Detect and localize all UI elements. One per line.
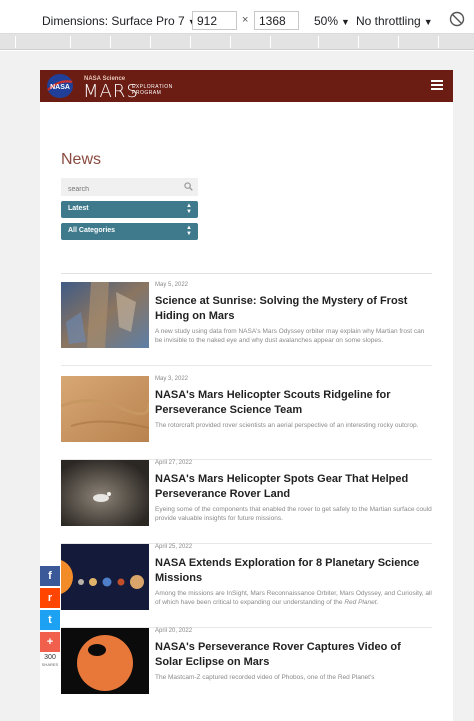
news-date: May 5, 2022: [155, 282, 189, 288]
news-thumbnail[interactable]: [61, 628, 149, 694]
news-date: May 3, 2022: [155, 376, 189, 382]
more-share-button[interactable]: +: [40, 632, 60, 652]
news-teaser-emphasis: Red Planet.: [344, 599, 379, 606]
times-sign: ×: [242, 14, 249, 26]
reddit-icon: r: [47, 592, 53, 604]
news-headline[interactable]: Science at Sunrise: Solving the Mystery …: [155, 294, 430, 324]
site-title[interactable]: MARS: [83, 81, 139, 102]
news-date: April 20, 2022: [155, 628, 193, 634]
divider: [61, 273, 432, 274]
site-subtitle-line2: PROGRAM: [132, 90, 162, 96]
news-headline[interactable]: NASA's Perseverance Rover Captures Video…: [155, 640, 430, 670]
search-box: [61, 178, 198, 199]
throttle-label: No throttling: [356, 14, 421, 28]
news-item[interactable]: April 25, 2022 NASA Extends Exploration …: [61, 544, 432, 628]
chevron-down-icon: ▼: [341, 17, 350, 27]
news-teaser: Eyeing some of the components that enabl…: [155, 506, 432, 522]
share-count-value: 300: [44, 654, 56, 661]
news-item[interactable]: May 5, 2022 Science at Sunrise: Solving …: [61, 282, 432, 366]
height-input[interactable]: 1368: [254, 11, 299, 30]
news-thumbnail[interactable]: [61, 282, 149, 348]
zoom-label: 50%: [314, 14, 339, 28]
select-arrows-icon: ▲ ▼: [186, 225, 192, 237]
category-select-value: All Categories: [68, 227, 116, 234]
category-select[interactable]: All Categories ▲ ▼: [61, 223, 198, 240]
page-title: News: [61, 151, 102, 168]
select-arrows-icon: ▲ ▼: [186, 203, 192, 215]
throttling-dropdown[interactable]: No throttling ▼: [356, 14, 433, 28]
facebook-share-button[interactable]: f: [40, 566, 60, 586]
chevron-down-icon: ▼: [423, 17, 433, 27]
emulated-page: NASA NASA Science MARS EXPLORATION PROGR…: [40, 70, 453, 721]
news-teaser-text: Among the missions are InSight, Mars Rec…: [155, 590, 432, 606]
rotate-icon[interactable]: [448, 10, 466, 28]
share-count: 300 SHARES: [40, 654, 60, 668]
device-label: Dimensions: Surface Pro 7: [42, 14, 185, 28]
search-input[interactable]: [61, 180, 176, 199]
facebook-icon: f: [48, 570, 52, 582]
device-viewport: NASA NASA Science MARS EXPLORATION PROGR…: [0, 51, 474, 721]
news-teaser: The Mastcam-Z captured recorded video of…: [155, 674, 375, 681]
news-teaser: The rotorcraft provided rover scientists…: [155, 422, 419, 429]
news-item[interactable]: May 3, 2022 NASA's Mars Helicopter Scout…: [61, 376, 432, 460]
device-dropdown[interactable]: Dimensions: Surface Pro 7▼: [42, 14, 197, 28]
news-item[interactable]: April 27, 2022 NASA's Mars Helicopter Sp…: [61, 460, 432, 544]
sort-select[interactable]: Latest ▲ ▼: [61, 201, 198, 218]
news-date: April 25, 2022: [155, 544, 193, 550]
svg-text:NASA: NASA: [50, 84, 70, 91]
share-count-label: SHARES: [41, 662, 59, 667]
news-item[interactable]: April 20, 2022 NASA's Perseverance Rover…: [61, 628, 432, 712]
site-header: NASA NASA Science MARS EXPLORATION PROGR…: [40, 70, 453, 102]
width-input[interactable]: 912: [192, 11, 237, 30]
news-thumbnail[interactable]: [61, 376, 149, 442]
twitter-icon: t: [48, 614, 52, 626]
plus-icon: +: [46, 636, 54, 648]
twitter-share-button[interactable]: t: [40, 610, 60, 630]
news-thumbnail[interactable]: [61, 544, 149, 610]
nasa-logo-icon[interactable]: NASA: [46, 73, 74, 99]
news-teaser: Among the missions are InSight, Mars Rec…: [155, 589, 432, 607]
devtools-device-toolbar: Dimensions: Surface Pro 7▼ 912 × 1368 50…: [0, 0, 474, 34]
reddit-share-button[interactable]: r: [40, 588, 60, 608]
search-icon[interactable]: [184, 182, 193, 191]
news-headline[interactable]: NASA Extends Exploration for 8 Planetary…: [155, 556, 430, 586]
sort-select-value: Latest: [68, 205, 89, 212]
news-teaser: A new study using data from NASA's Mars …: [155, 328, 425, 344]
news-thumbnail[interactable]: [61, 460, 149, 526]
news-date: April 27, 2022: [155, 460, 193, 466]
news-headline[interactable]: NASA's Mars Helicopter Spots Gear That H…: [155, 472, 430, 502]
media-query-ruler[interactable]: [0, 34, 474, 50]
hamburger-menu-icon[interactable]: [431, 80, 443, 91]
news-headline[interactable]: NASA's Mars Helicopter Scouts Ridgeline …: [155, 388, 430, 418]
zoom-dropdown[interactable]: 50% ▼: [314, 14, 350, 28]
site-subtitle: EXPLORATION PROGRAM: [132, 84, 173, 96]
